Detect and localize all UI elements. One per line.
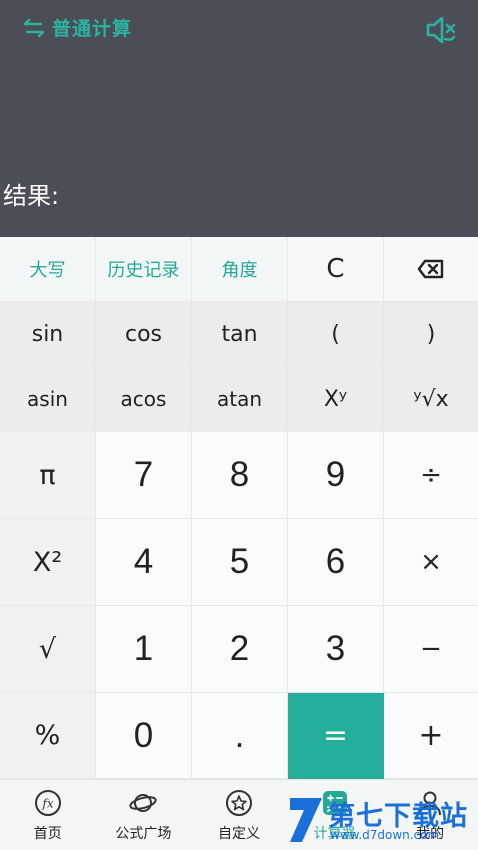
tab-mine[interactable]: 我的 — [382, 780, 478, 850]
minus-key[interactable]: − — [384, 606, 478, 693]
cos-key[interactable]: cos — [96, 302, 192, 367]
digit-0-key[interactable]: 0 — [96, 693, 192, 779]
sqrt-key[interactable]: √ — [0, 606, 96, 693]
planet-icon — [129, 794, 158, 812]
calculator-icon — [322, 791, 347, 815]
square-key[interactable]: X² — [0, 519, 96, 606]
sin-key[interactable]: sin — [0, 302, 96, 367]
tab-home[interactable]: fx 首页 — [0, 780, 96, 850]
fx-icon: fx — [34, 790, 61, 816]
tab-calculator[interactable]: 计算器 — [287, 780, 383, 850]
swap-arrows-icon — [23, 18, 45, 37]
tab-custom[interactable]: 自定义 — [191, 780, 287, 850]
digit-6-key[interactable]: 6 — [288, 519, 384, 606]
history-key[interactable]: 历史记录 — [96, 237, 192, 302]
mode-toggle-button[interactable]: 普通计算 — [22, 14, 132, 41]
multiply-key[interactable]: × — [384, 519, 478, 606]
person-icon — [419, 791, 442, 816]
keypad: 大写 历史记录 角度 C sin cos tan ( ) asin acos a… — [0, 237, 478, 779]
plus-key[interactable]: + — [384, 693, 478, 779]
digit-8-key[interactable]: 8 — [192, 432, 288, 519]
digit-4-key[interactable]: 4 — [96, 519, 192, 606]
open-paren-key[interactable]: ( — [288, 302, 384, 367]
atan-key[interactable]: atan — [192, 367, 288, 432]
digit-1-key[interactable]: 1 — [96, 606, 192, 693]
acos-key[interactable]: acos — [96, 367, 192, 432]
bottom-tab-bar: fx 首页 公式广场 自定义 计算器 我的 — [0, 779, 478, 850]
clear-key[interactable]: C — [288, 237, 384, 302]
uppercase-key[interactable]: 大写 — [0, 237, 96, 302]
digit-9-key[interactable]: 9 — [288, 432, 384, 519]
nth-root-key[interactable]: ʸ√x — [384, 367, 478, 432]
tan-key[interactable]: tan — [192, 302, 288, 367]
power-key[interactable]: Xʸ — [288, 367, 384, 432]
mode-label: 普通计算 — [52, 18, 133, 40]
tab-formula-square-label: 公式广场 — [115, 826, 172, 842]
tab-home-label: 首页 — [33, 826, 62, 842]
decimal-key[interactable]: . — [192, 693, 288, 779]
backspace-icon — [417, 259, 444, 279]
digit-7-key[interactable]: 7 — [96, 432, 192, 519]
tab-formula-square[interactable]: 公式广场 — [96, 780, 192, 850]
star-circle-icon — [225, 790, 252, 816]
asin-key[interactable]: asin — [0, 367, 96, 432]
backspace-key[interactable] — [384, 237, 478, 302]
svg-text:fx: fx — [41, 797, 53, 811]
speaker-mute-icon[interactable] — [424, 13, 458, 47]
pi-key[interactable]: π — [0, 432, 96, 519]
percent-key[interactable]: % — [0, 693, 96, 779]
digit-2-key[interactable]: 2 — [192, 606, 288, 693]
result-label: 结果: — [3, 182, 60, 210]
tab-custom-label: 自定义 — [217, 826, 260, 842]
digit-5-key[interactable]: 5 — [192, 519, 288, 606]
close-paren-key[interactable]: ) — [384, 302, 478, 367]
tab-mine-label: 我的 — [416, 826, 445, 842]
digit-3-key[interactable]: 3 — [288, 606, 384, 693]
equals-key[interactable]: = — [288, 693, 384, 779]
display-panel: 普通计算 结果: — [0, 0, 478, 237]
tab-calculator-label: 计算器 — [313, 826, 356, 842]
divide-key[interactable]: ÷ — [384, 432, 478, 519]
angle-key[interactable]: 角度 — [192, 237, 288, 302]
